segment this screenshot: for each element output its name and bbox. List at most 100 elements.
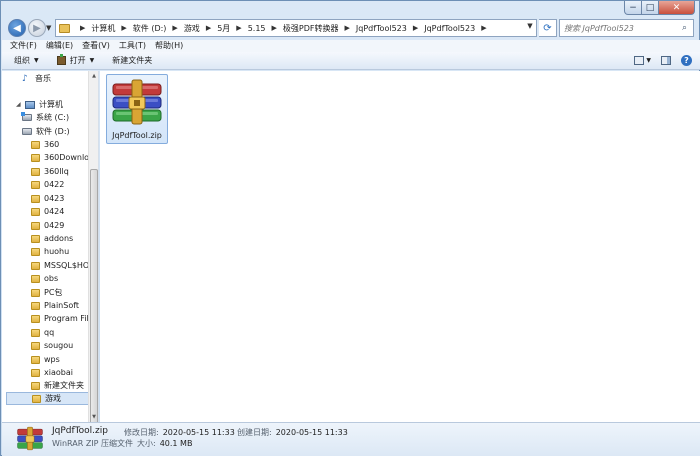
modified-value: 2020-05-15 11:33 [162, 428, 235, 437]
computer-icon [25, 100, 35, 109]
address-history-dropdown[interactable]: ▼ [523, 19, 537, 33]
sidebar-item-label: 软件 (D:) [36, 127, 70, 136]
breadcrumb-item[interactable]: JqPdfTool523 ▶ [424, 23, 492, 34]
sidebar-item[interactable]: MSSQL$HOME [2, 259, 98, 272]
new-folder-button[interactable]: 新建文件夹 [112, 55, 152, 66]
size-value: 40.1 MB [159, 439, 193, 448]
folder-icon [31, 288, 40, 297]
sidebar-item[interactable]: 360Downloads [2, 151, 98, 164]
back-button[interactable]: ◀ [8, 19, 26, 37]
sidebar-item[interactable]: ◢ 计算机 [2, 98, 63, 111]
scroll-up-icon[interactable]: ▲ [89, 71, 99, 81]
arrow-right-icon: ▶ [33, 22, 41, 34]
breadcrumb-root[interactable]: ▶ [74, 24, 91, 32]
sidebar-item[interactable]: sougou [2, 339, 73, 352]
breadcrumb-item[interactable]: JqPdfTool523 ▶ [356, 23, 424, 34]
breadcrumb-item[interactable]: 5.15 ▶ [248, 23, 283, 34]
sidebar-item-label: 360 [44, 140, 60, 149]
details-size: 大小: 40.1 MB [137, 438, 192, 449]
sidebar-item[interactable]: ♪ 音乐 [2, 72, 51, 85]
sidebar-item[interactable]: 软件 (D:) [2, 125, 70, 138]
menu-tools[interactable]: 工具(T) [119, 40, 146, 52]
breadcrumb-label: 5.15 [247, 23, 266, 33]
refresh-button[interactable]: ⟳ [539, 19, 557, 37]
chevron-right-icon[interactable]: ▶ [344, 24, 349, 32]
search-input[interactable] [564, 23, 682, 33]
sidebar-item[interactable]: obs [2, 272, 58, 285]
chevron-right-icon[interactable]: ▶ [413, 24, 418, 32]
folder-icon [31, 234, 40, 243]
details-created: 创建日期: 2020-05-15 11:33 [237, 427, 348, 438]
menu-file[interactable]: 文件(F) [10, 40, 37, 52]
sidebar-item-label: 0424 [44, 207, 65, 216]
navigation-pane: ♪ 音乐 ◢ 计算机 系统 (C:) 软件 (D:) 360 360Downloads 360l… [2, 71, 99, 422]
folder-icon [59, 23, 70, 33]
folder-icon [31, 381, 40, 390]
folder-icon [31, 180, 40, 189]
search-box[interactable]: ⌕ [559, 19, 694, 37]
chevron-right-icon[interactable]: ▶ [121, 24, 126, 32]
folder-icon [31, 301, 40, 310]
menu-view[interactable]: 查看(V) [82, 40, 110, 52]
expand-icon[interactable]: ◢ [16, 101, 22, 108]
forward-button[interactable]: ▶ [28, 19, 46, 37]
organize-button[interactable]: 组织 ▼ [14, 55, 39, 66]
breadcrumb-item[interactable]: 5月 ▶ [217, 23, 247, 34]
minimize-button[interactable]: − [624, 1, 642, 15]
sidebar-item[interactable]: Program Files [2, 312, 98, 325]
sidebar-item[interactable]: huohu [2, 245, 69, 258]
sidebar-item[interactable]: 0423 [2, 192, 64, 205]
chevron-right-icon[interactable]: ▶ [481, 24, 486, 32]
breadcrumb-item[interactable]: 软件 (D:) ▶ [133, 23, 184, 34]
nav-pane-scrollbar[interactable]: ▲ ▼ [88, 71, 99, 456]
address-bar[interactable]: ▶ 计算机 ▶ 软件 (D:) ▶ 游戏 ▶ 5月 ▶ 5.15 ▶ 极强PDF转换器 ▶ JqPdfT… [55, 19, 537, 37]
recent-pages-dropdown[interactable]: ▼ [46, 24, 51, 32]
chevron-right-icon[interactable]: ▶ [206, 24, 211, 32]
refresh-icon: ⟳ [543, 22, 552, 34]
organize-label: 组织 [14, 56, 30, 65]
breadcrumb-item[interactable]: 计算机 ▶ [91, 23, 132, 34]
breadcrumb-label: 极强PDF转换器 [282, 23, 339, 33]
folder-icon [31, 328, 40, 337]
sidebar-item[interactable]: 0424 [2, 205, 64, 218]
help-icon[interactable]: ? [681, 55, 692, 66]
chevron-down-icon: ▼ [89, 57, 95, 64]
sidebar-item[interactable]: 0429 [2, 219, 64, 232]
sidebar-item[interactable]: 360 [2, 138, 59, 151]
maximize-button[interactable]: □ [642, 1, 659, 15]
sidebar-item[interactable]: PlainSoft [2, 299, 79, 312]
sidebar-item[interactable]: xiaobai [2, 366, 73, 379]
menu-edit[interactable]: 编辑(E) [46, 40, 73, 52]
folder-icon [31, 153, 40, 162]
menu-help[interactable]: 帮助(H) [155, 40, 183, 52]
sidebar-item-label: 0422 [44, 180, 65, 189]
breadcrumb-item[interactable]: 游戏 ▶ [184, 23, 217, 34]
preview-pane-icon[interactable] [661, 56, 671, 65]
chevron-right-icon[interactable]: ▶ [272, 24, 277, 32]
sidebar-item-label: 0423 [44, 194, 65, 203]
change-view-icon[interactable] [634, 56, 645, 65]
sidebar-item[interactable]: 新建文件夹 [2, 379, 84, 392]
menu-bar: 文件(F) 编辑(E) 查看(V) 工具(T) 帮助(H) [2, 40, 700, 52]
chevron-down-icon[interactable]: ▼ [646, 57, 651, 64]
sidebar-item[interactable]: wps [2, 353, 60, 366]
breadcrumb-item[interactable]: 极强PDF转换器 ▶ [283, 23, 356, 34]
details-pane: JqPdfTool.zip WinRAR ZIP 压缩文件 修改日期: 2020-… [2, 422, 700, 456]
sidebar-item[interactable]: 游戏 [6, 392, 90, 405]
sidebar-item[interactable]: PC包 [2, 286, 62, 299]
sidebar-item[interactable]: 360llq [2, 165, 69, 178]
search-icon[interactable]: ⌕ [682, 23, 687, 33]
sidebar-item[interactable]: 0422 [2, 178, 64, 191]
winrar-archive-icon [17, 426, 43, 451]
drive-icon [22, 128, 32, 135]
folder-icon [31, 261, 40, 270]
open-button[interactable]: 打开 ▼ [56, 54, 95, 66]
scroll-down-icon[interactable]: ▼ [89, 412, 99, 422]
sidebar-item[interactable]: qq [2, 326, 54, 339]
file-item[interactable]: JqPdfTool.zip [106, 74, 168, 144]
close-button[interactable]: ✕ [659, 1, 695, 15]
sidebar-item[interactable]: addons [2, 232, 73, 245]
chevron-right-icon[interactable]: ▶ [236, 24, 241, 32]
sidebar-item[interactable]: 系统 (C:) [2, 111, 69, 124]
chevron-right-icon[interactable]: ▶ [172, 24, 177, 32]
